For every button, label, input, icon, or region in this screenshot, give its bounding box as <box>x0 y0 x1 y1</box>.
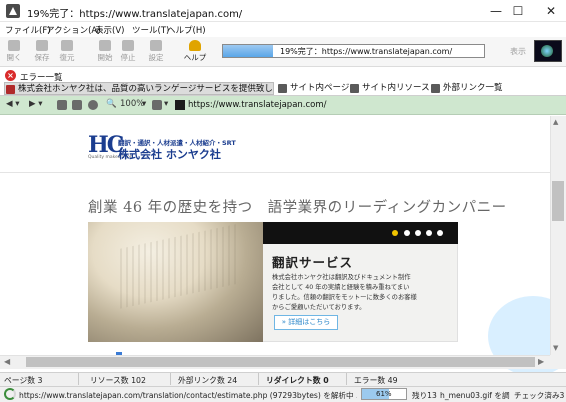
error-icon: × <box>5 70 16 81</box>
stop-button[interactable]: 停止 <box>117 39 139 65</box>
external-link-count: 外部リンク数 24 <box>178 376 238 385</box>
status-divider <box>170 373 171 385</box>
scroll-up-icon[interactable]: ▲ <box>553 118 558 126</box>
tab-external-links[interactable]: 外部リンク一覧 <box>430 82 503 95</box>
error-panel-header <box>0 68 566 81</box>
carousel-dot[interactable] <box>437 230 443 236</box>
hero-text-line: からご愛顧いただいております。 <box>272 304 366 311</box>
scroll-left-icon[interactable]: ◀ <box>4 357 10 366</box>
print-icon[interactable] <box>152 100 162 110</box>
tab-site-pages[interactable]: サイト内ページ <box>277 82 349 95</box>
restore-button[interactable]: 復元 <box>56 39 78 65</box>
header-divider <box>0 172 550 173</box>
loading-spinner-icon <box>4 388 16 400</box>
menu-file[interactable]: ファイル(F) <box>5 24 51 36</box>
vertical-scrollbar[interactable] <box>550 116 566 355</box>
zoom-dropdown-icon[interactable]: ▾ <box>142 99 146 109</box>
url-display: https://www.translatejapan.com/ <box>188 100 327 110</box>
start-icon <box>99 40 111 51</box>
hero-text-line: 株式会社ホンヤク社は翻訳及びドキュメント制作 <box>272 274 411 281</box>
status-divider <box>346 373 347 385</box>
save-button[interactable]: 保存 <box>31 39 53 65</box>
status-divider <box>258 373 259 385</box>
page-headline: 創業 46 年の歴史を持つ 語学業界のリーディングカンパニー <box>88 200 507 216</box>
help-label: ヘルプ <box>183 53 207 62</box>
resources-icon <box>350 84 359 93</box>
globe-thumbnail-icon <box>534 40 562 62</box>
remaining-count: 残り13 <box>412 391 437 400</box>
start-label: 開始 <box>97 53 113 62</box>
hero-title: 翻訳サービス <box>272 255 354 270</box>
settings-icon <box>150 40 162 51</box>
page-icon <box>6 85 15 94</box>
restore-label: 復元 <box>59 53 75 62</box>
settings-label: 設定 <box>148 53 164 62</box>
menu-help[interactable]: ヘルプ(H) <box>167 24 206 36</box>
stop-icon <box>122 40 134 51</box>
hero-text-line: りました。信頼の翻訳をモットーに数多くのお客様 <box>272 294 417 301</box>
status-progress-percent: 61% <box>376 390 392 398</box>
stop-label: 停止 <box>120 53 136 62</box>
menu-view[interactable]: 表示(V) <box>95 24 124 36</box>
tab-page-title[interactable]: 株式会社ホンヤク社は、品質の高いランゲージサービスを提供致します。 <box>4 82 274 95</box>
hero-text-line: 会社として 40 年の実績と経験を積み重ねてまい <box>272 284 410 291</box>
site-favicon-icon <box>175 100 185 110</box>
help-icon <box>189 40 201 51</box>
menu-tools[interactable]: ツール(T) <box>132 24 169 36</box>
tab-site-resources[interactable]: サイト内リソース <box>349 82 430 95</box>
scroll-right-icon[interactable]: ▶ <box>538 357 544 366</box>
page-count: ページ数 3 <box>4 376 43 385</box>
company-name[interactable]: 株式会社 ホンヤク社 <box>118 146 221 162</box>
checked-count: チェック済み3 <box>514 391 564 400</box>
carousel-dot[interactable] <box>426 230 432 236</box>
external-link-icon <box>431 84 440 93</box>
source-icon[interactable] <box>72 100 82 110</box>
help-button[interactable]: ヘルプ <box>180 39 210 65</box>
close-button[interactable]: ✕ <box>533 0 566 22</box>
start-button[interactable]: 開始 <box>94 39 116 65</box>
resource-count: リソース数 102 <box>90 376 146 385</box>
progress-bar-fill <box>223 45 273 57</box>
save-label: 保存 <box>34 53 50 62</box>
open-label: 開く <box>6 53 22 62</box>
status-divider <box>78 373 79 385</box>
restore-icon <box>61 40 73 51</box>
open-button[interactable]: 開く <box>3 39 25 65</box>
scrollbar-corner <box>550 355 566 369</box>
settings-button[interactable]: 設定 <box>145 39 167 65</box>
horizontal-scroll-thumb[interactable] <box>26 357 535 367</box>
maximize-button[interactable]: ☐ <box>500 0 536 22</box>
zoom-icon[interactable]: 🔍 <box>106 99 117 109</box>
print-dropdown-icon[interactable]: ▾ <box>164 99 168 109</box>
tab-external-links-label: 外部リンク一覧 <box>443 83 503 93</box>
scroll-down-icon[interactable]: ▼ <box>553 344 558 352</box>
carousel-dot[interactable] <box>415 230 421 236</box>
carousel-dot[interactable] <box>404 230 410 236</box>
details-link-button[interactable]: » 詳細はこちら <box>274 315 338 330</box>
pages-icon <box>278 84 287 93</box>
tab-site-resources-label: サイト内リソース <box>362 83 430 93</box>
zoom-level[interactable]: 100% <box>120 99 144 109</box>
current-file-status: h_menu03.gif を調べています ... <box>440 391 510 400</box>
save-icon <box>36 40 48 51</box>
tab-page-title-label: 株式会社ホンヤク社は、品質の高いランゲージサービスを提供致します。 <box>18 84 274 94</box>
carousel-dot-active[interactable] <box>392 230 398 236</box>
refresh-icon[interactable] <box>88 100 98 110</box>
back-icon[interactable]: ◀ ▾ <box>6 99 20 109</box>
page-icon[interactable] <box>57 100 67 110</box>
redirect-count: リダイレクト数 0 <box>266 376 329 385</box>
folder-icon <box>8 40 20 51</box>
vertical-scroll-thumb[interactable] <box>552 181 564 221</box>
tab-site-pages-label: サイト内ページ <box>290 83 350 93</box>
error-count: エラー数 49 <box>354 376 398 385</box>
menu-action[interactable]: アクション(A) <box>46 24 101 36</box>
progress-text: 19%完了：https://www.translatejapan.com/ <box>280 47 453 56</box>
forward-icon[interactable]: ▶ ▾ <box>29 99 43 109</box>
display-label[interactable]: 表示 <box>510 46 526 57</box>
analyzing-status: https://www.translatejapan.com/translati… <box>19 391 357 400</box>
app-icon <box>6 4 20 18</box>
window-title: 19%完了：https://www.translatejapan.com/ <box>27 9 243 20</box>
